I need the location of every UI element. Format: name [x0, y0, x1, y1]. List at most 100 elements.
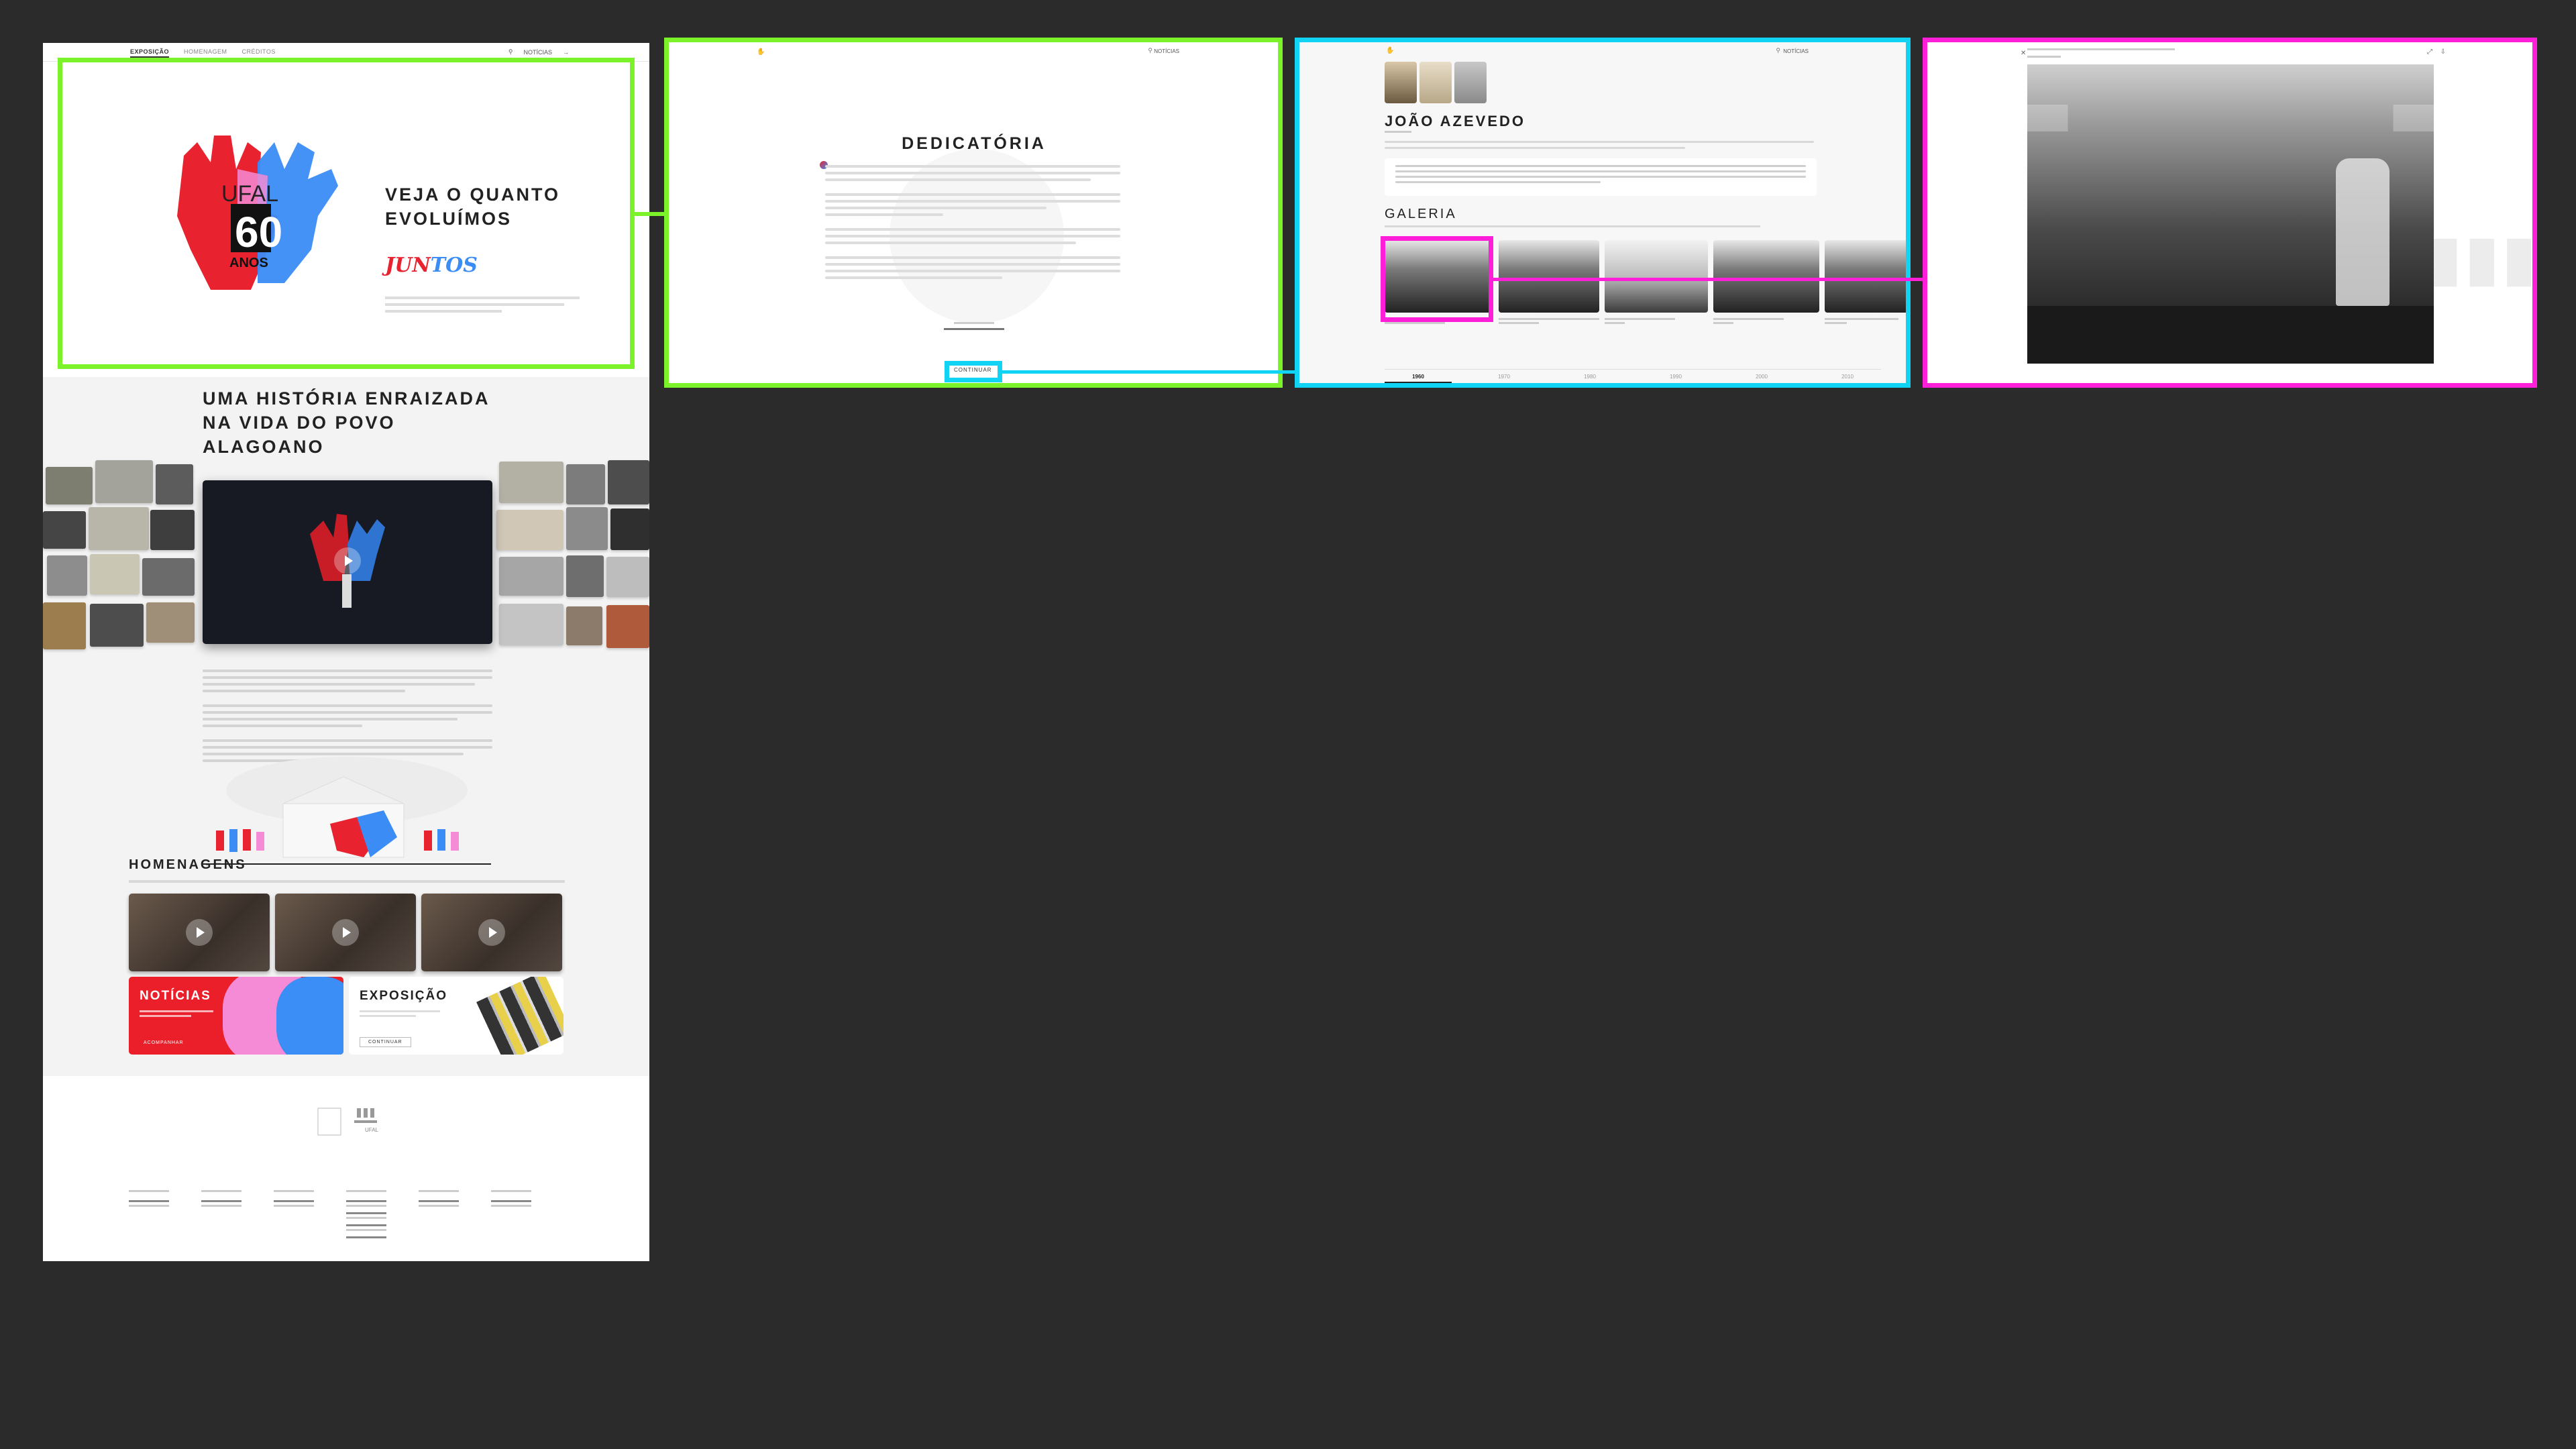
homenagem-video-card[interactable] [421, 894, 562, 971]
flow-connector [635, 212, 668, 216]
person-dates [1385, 130, 1411, 134]
collage-photo [606, 605, 649, 648]
gallery-photo[interactable] [1825, 240, 1908, 313]
dedicatoria-artboard: ✋ NOTÍCIAS ⚲ DEDICATÓRIA CONTINUAR [668, 42, 1280, 385]
nav-item-exposicao[interactable]: EXPOSIÇÃO [130, 48, 170, 58]
collage-photo [499, 462, 564, 503]
collage-photo [89, 507, 149, 550]
homenagem-video-card[interactable] [275, 894, 416, 971]
logo-number: 60 [235, 208, 282, 256]
logo-mini-icon: ✋ [757, 48, 765, 56]
collage-photo [610, 508, 649, 550]
gallery-photo[interactable] [1605, 240, 1708, 313]
person-portrait[interactable] [1454, 62, 1487, 103]
flow-connector [1493, 278, 1927, 281]
homenagens-cards [129, 894, 562, 971]
continue-button[interactable]: CONTINUAR [947, 365, 999, 375]
footer-ufal-label: UFAL [365, 1127, 379, 1133]
news-cta[interactable]: ACOMPANHAR [144, 1040, 184, 1045]
download-icon[interactable]: ⇩ [2440, 48, 2446, 56]
collage-photo [566, 555, 604, 597]
photo-title [2027, 47, 2175, 52]
collage-photo [95, 460, 153, 503]
search-icon[interactable]: ⚲ [508, 48, 513, 56]
collage-photo [566, 507, 608, 550]
collage-photo [142, 558, 195, 596]
collage-photo [499, 557, 564, 596]
gallery-caption [1385, 318, 1485, 324]
logo-sub: ANOS [229, 256, 268, 270]
news-card[interactable]: NOTÍCIAS ACOMPANHAR [129, 977, 343, 1055]
news-card-subtitle [140, 1010, 213, 1017]
person-bio [1385, 141, 1814, 153]
hero-paragraph [385, 297, 580, 313]
dedicatoria-signature [668, 321, 1280, 331]
expo-card-title: EXPOSIÇÃO [360, 989, 447, 1003]
script-word-blue: TOS [430, 254, 478, 277]
timeline-tab-1990[interactable]: 1990 [1642, 370, 1709, 384]
collage-photo [90, 554, 140, 594]
footer-column [419, 1190, 459, 1238]
collage-photo [43, 511, 86, 549]
intro-video[interactable] [203, 480, 492, 644]
nav-item-creditos[interactable]: CRÉDITOS [242, 48, 276, 58]
footer-column [129, 1190, 169, 1238]
decade-timeline: 1960 1970 1980 1990 2000 2010 [1385, 369, 1881, 384]
top-nav: EXPOSIÇÃO HOMENAGEM CRÉDITOS ⚲ NOTÍCIAS … [43, 43, 649, 62]
person-portrait[interactable] [1419, 62, 1452, 103]
hero-title: VEJA O QUANTO EVOLUÍMOS [385, 184, 561, 229]
enlarged-photo[interactable] [2027, 64, 2434, 364]
footer-column [274, 1190, 314, 1238]
logo-mini-icon: ✋ [1386, 47, 1395, 54]
gallery-photo[interactable] [1499, 240, 1599, 313]
gallery-caption [1499, 318, 1599, 324]
gallery-caption [1825, 318, 1898, 324]
dedicatoria-body [825, 165, 1120, 283]
collage-photo [499, 604, 564, 645]
hero-script-word: JUNTOS [385, 254, 478, 277]
collage-photo [146, 602, 195, 643]
play-icon[interactable] [332, 919, 359, 946]
footer-column [491, 1190, 531, 1238]
ufal-60-logo: UFAL 60 ANOS [177, 136, 338, 290]
gallery-caption [1713, 318, 1814, 324]
person-quote [1385, 158, 1817, 196]
photo-date [2027, 55, 2061, 59]
search-icon[interactable]: ⚲ [1148, 47, 1152, 54]
timeline-tab-2010[interactable]: 2010 [1814, 370, 1881, 384]
news-link[interactable]: NOTÍCIAS [1154, 48, 1179, 54]
nav-item-homenagem[interactable]: HOMENAGEM [184, 48, 227, 58]
timeline-tab-1970[interactable]: 1970 [1470, 370, 1538, 384]
homenagem-video-card[interactable] [129, 894, 270, 971]
search-icon[interactable]: ⚲ [1776, 47, 1780, 54]
play-icon[interactable] [186, 919, 213, 946]
dedicatoria-title: DEDICATÓRIA [902, 134, 1046, 153]
collage-photo [496, 510, 564, 550]
news-link[interactable]: NOTÍCIAS [1783, 48, 1809, 54]
arrow-right-icon: → [563, 48, 569, 56]
collage-photo [608, 460, 649, 504]
gallery-subtitle [1385, 225, 1760, 227]
gallery-photo[interactable] [1385, 240, 1493, 313]
collage-photo [43, 602, 86, 649]
collage-photo [150, 510, 195, 550]
close-icon[interactable]: ✕ [2021, 50, 2026, 57]
expo-cta[interactable]: CONTINUAR [360, 1037, 411, 1047]
person-portrait[interactable] [1385, 62, 1417, 103]
history-title: UMA HISTÓRIA ENRAIZADA NA VIDA DO POVO A… [203, 388, 490, 457]
collage-photo [606, 557, 649, 597]
play-icon[interactable] [478, 919, 505, 946]
timeline-tab-1960[interactable]: 1960 [1385, 370, 1452, 384]
timeline-tab-1980[interactable]: 1980 [1556, 370, 1623, 384]
timeline-tab-2000[interactable]: 2000 [1728, 370, 1795, 384]
zoom-icon[interactable]: ⤢ [2427, 48, 2432, 56]
gallery-photo[interactable] [1713, 240, 1819, 313]
play-icon[interactable] [334, 547, 361, 574]
footer-column [201, 1190, 241, 1238]
homenagens-subtitle [129, 880, 565, 883]
hero-section: UFAL 60 ANOS VEJA O QUANTO EVOLUÍMOS JUN… [43, 62, 649, 377]
gallery-caption [1605, 318, 1705, 324]
exposicao-card[interactable]: EXPOSIÇÃO CONTINUAR [349, 977, 564, 1055]
homenagens-title: HOMENAGENS [129, 857, 247, 872]
news-link[interactable]: NOTÍCIAS [523, 49, 552, 56]
